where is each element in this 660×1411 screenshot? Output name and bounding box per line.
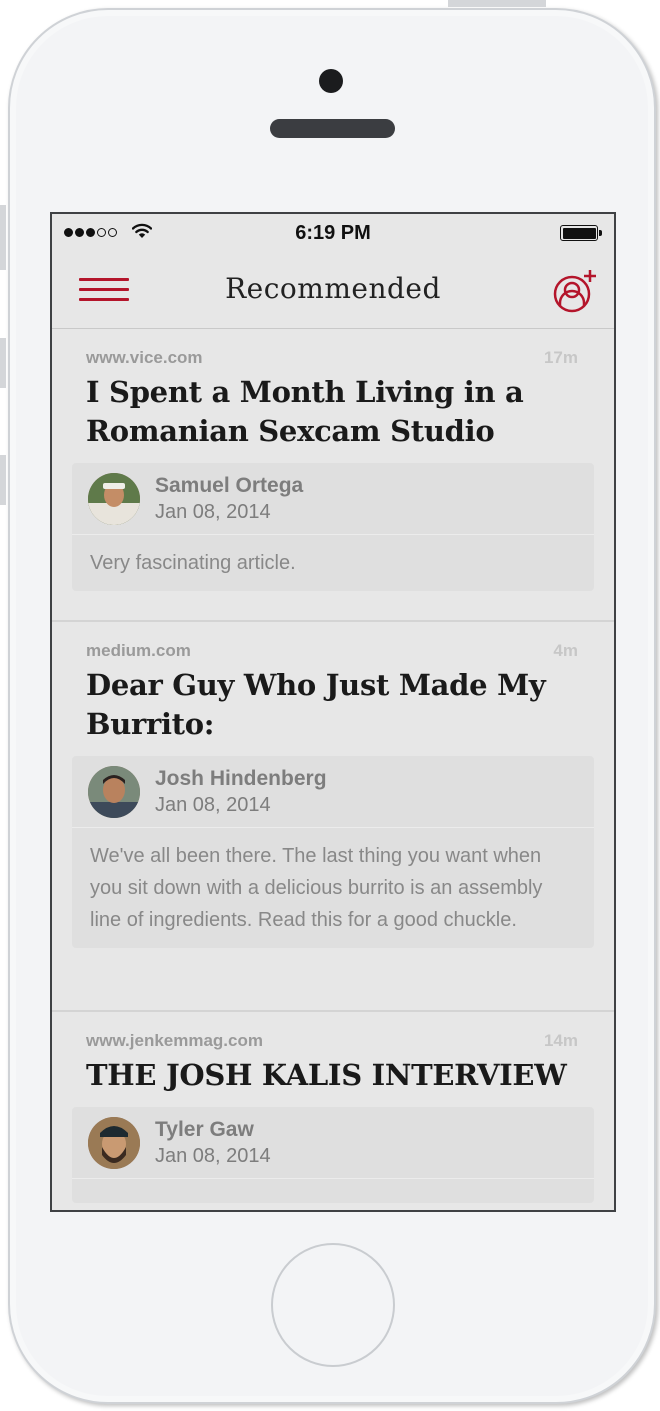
feed-item[interactable]: medium.com 4m Dear Guy Who Just Made My … [52,622,614,1012]
page-title: Recommended [225,272,441,305]
add-user-icon[interactable] [552,268,600,314]
status-bar: 6:19 PM [52,214,614,252]
comment-text: Very fascinating article. [90,552,296,574]
comment-text [72,1179,594,1203]
user-name: Josh Hindenberg [155,766,327,790]
mute-switch [0,205,6,270]
feed-item[interactable]: www.vice.com 17m I Spent a Month Living … [52,329,614,622]
volume-down-button [0,455,6,505]
post-date: Jan 08, 2014 [155,1144,271,1167]
front-camera [319,69,343,93]
card-user-row: Samuel Ortega Jan 08, 2014 [72,463,594,535]
nav-bar: Recommended [52,252,614,329]
feed-item[interactable]: www.jenkemmag.com 14m THE JOSH KALIS INT… [52,1012,614,1210]
power-button [448,0,546,7]
post-source: www.vice.com [86,348,203,367]
post-age: 4m [553,641,578,660]
volume-up-button [0,338,6,388]
post-title[interactable]: THE JOSH KALIS INTERVIEW [86,1056,594,1095]
post-source: medium.com [86,641,191,660]
avatar[interactable] [88,472,140,525]
earpiece-speaker [270,119,395,138]
post-age: 17m [543,348,578,367]
avatar[interactable] [88,765,140,818]
app-screen: 6:19 PM Recommended www.vice.com 17m I S… [50,212,616,1212]
home-button[interactable] [271,1243,395,1367]
user-name: Tyler Gaw [155,1117,254,1141]
post-title[interactable]: I Spent a Month Living in a Romanian Sex… [86,373,594,451]
post-source: www.jenkemmag.com [86,1031,263,1050]
recommendation-card[interactable]: Samuel Ortega Jan 08, 2014 Very fascinat… [72,463,594,591]
battery-icon [560,225,602,241]
feed-list: www.vice.com 17m I Spent a Month Living … [52,329,614,1210]
card-user-row: Josh Hindenberg Jan 08, 2014 [72,756,594,828]
card-user-row: Tyler Gaw Jan 08, 2014 [72,1107,594,1179]
avatar[interactable] [88,1116,140,1169]
recommendation-card[interactable]: Tyler Gaw Jan 08, 2014 [72,1107,594,1203]
recommendation-card[interactable]: Josh Hindenberg Jan 08, 2014 We've all b… [72,756,594,948]
post-age: 14m [543,1031,578,1050]
post-date: Jan 08, 2014 [155,500,271,523]
post-date: Jan 08, 2014 [155,793,271,816]
user-name: Samuel Ortega [155,473,304,497]
comment-text: We've all been there. The last thing you… [90,845,543,931]
status-time: 6:19 PM [295,222,371,244]
post-title[interactable]: Dear Guy Who Just Made My Burrito: [86,666,594,744]
